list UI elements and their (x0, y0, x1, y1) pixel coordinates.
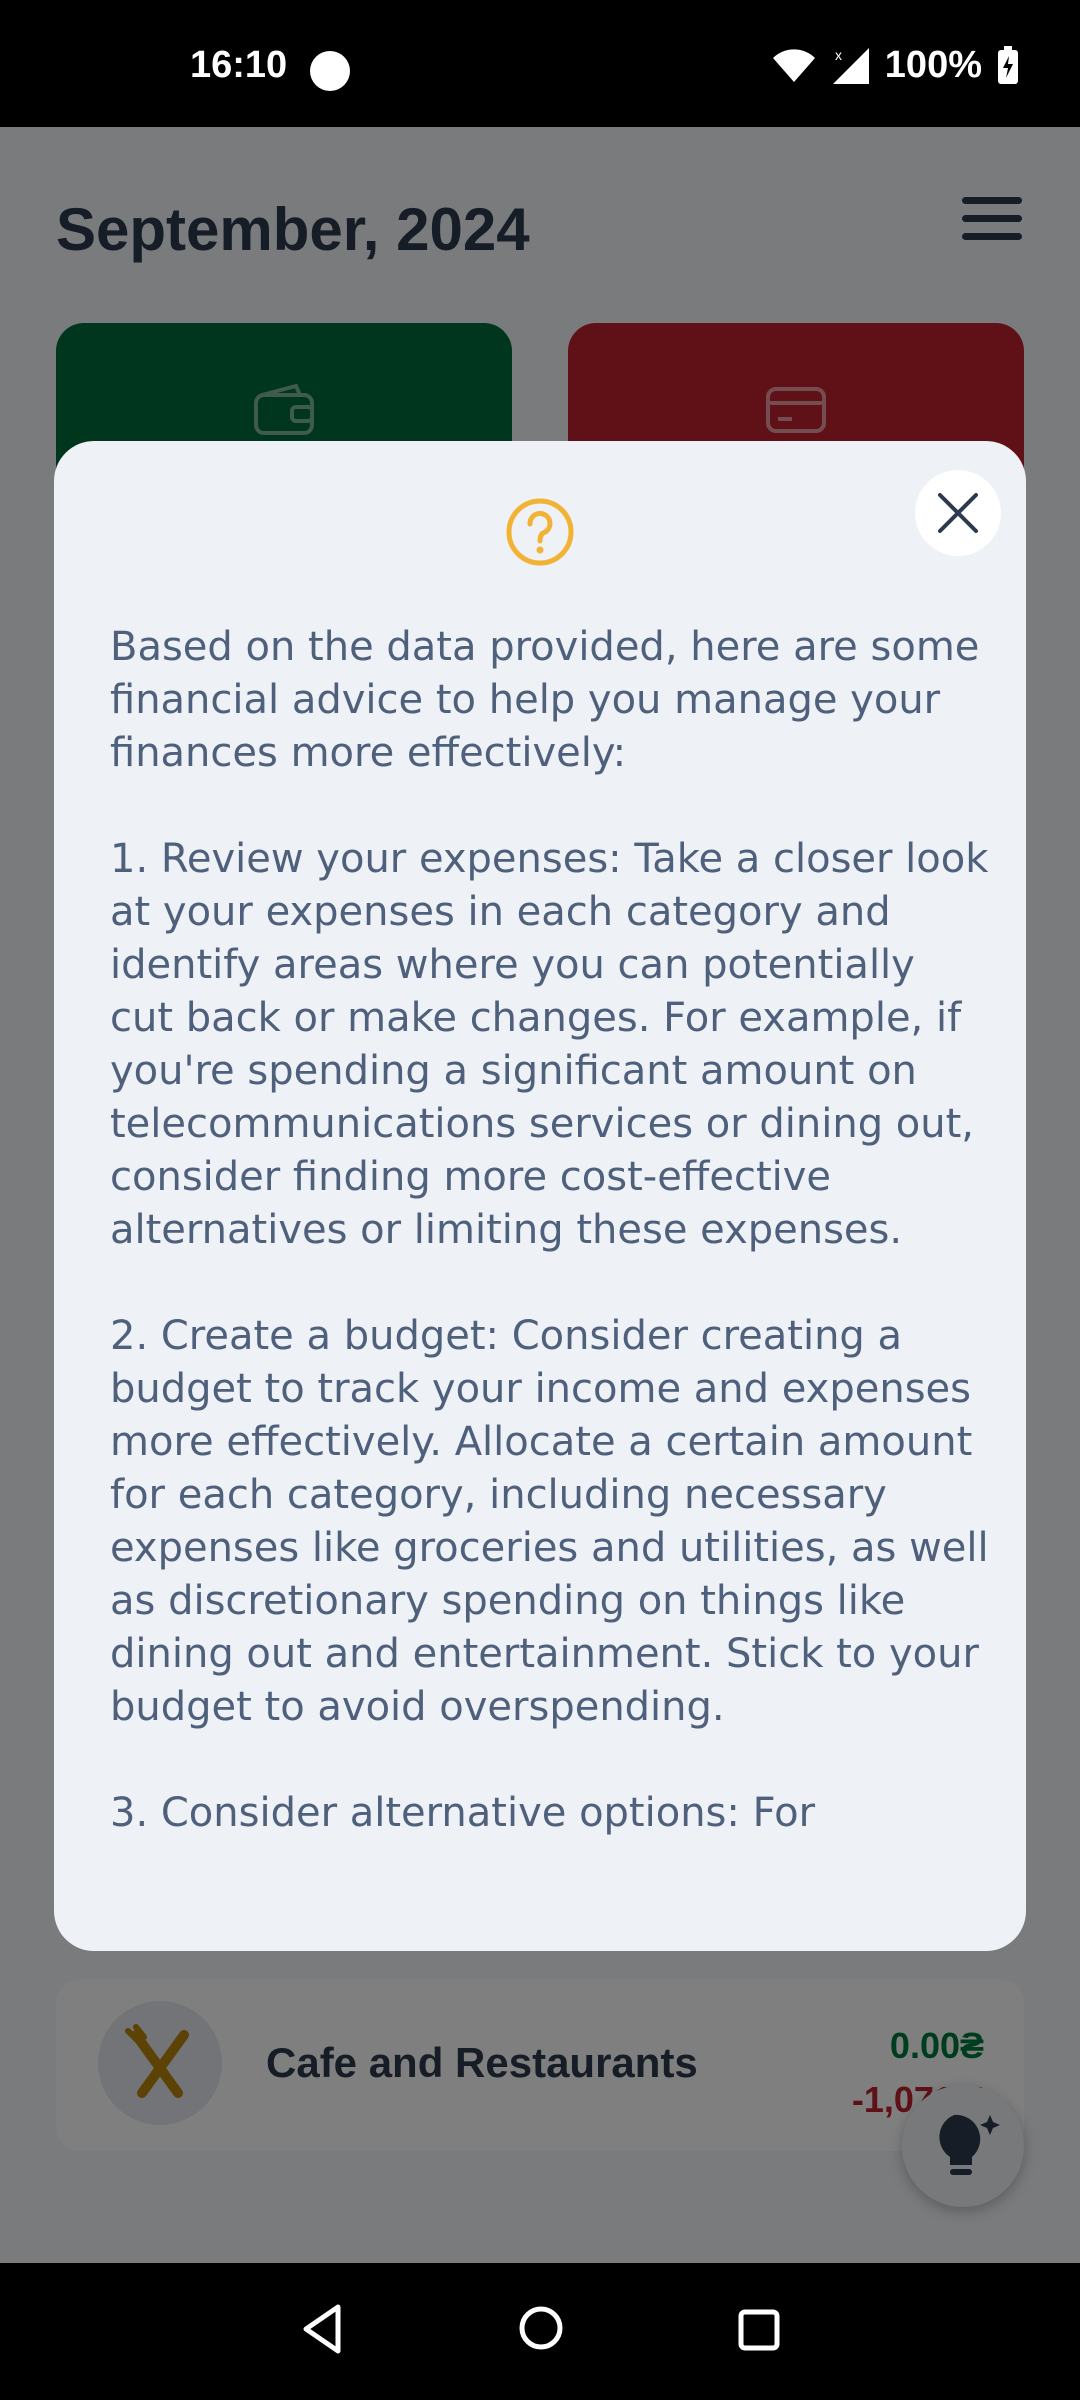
wifi-icon (772, 48, 815, 82)
battery-charging-icon (998, 45, 1018, 84)
status-right: x 100% (771, 44, 1020, 87)
advice-dialog: Based on the data provided, here are som… (54, 441, 1026, 1951)
close-icon (938, 493, 978, 533)
recent-apps-icon[interactable] (738, 2309, 780, 2351)
back-icon[interactable] (300, 2303, 344, 2355)
home-icon[interactable] (518, 2305, 564, 2351)
cell-signal-icon: x (832, 47, 869, 84)
parking-notification-icon (310, 51, 350, 91)
status-bar: 16:10 x 100% (0, 0, 1080, 127)
battery-percent: 100% (884, 44, 982, 86)
svg-text:x: x (835, 47, 842, 63)
status-time: 16:10 (190, 44, 288, 86)
system-nav-bar (0, 2263, 1080, 2400)
question-circle-icon (506, 498, 574, 566)
advice-text: Based on the data provided, here are som… (110, 624, 989, 1836)
close-button[interactable] (915, 470, 1001, 556)
